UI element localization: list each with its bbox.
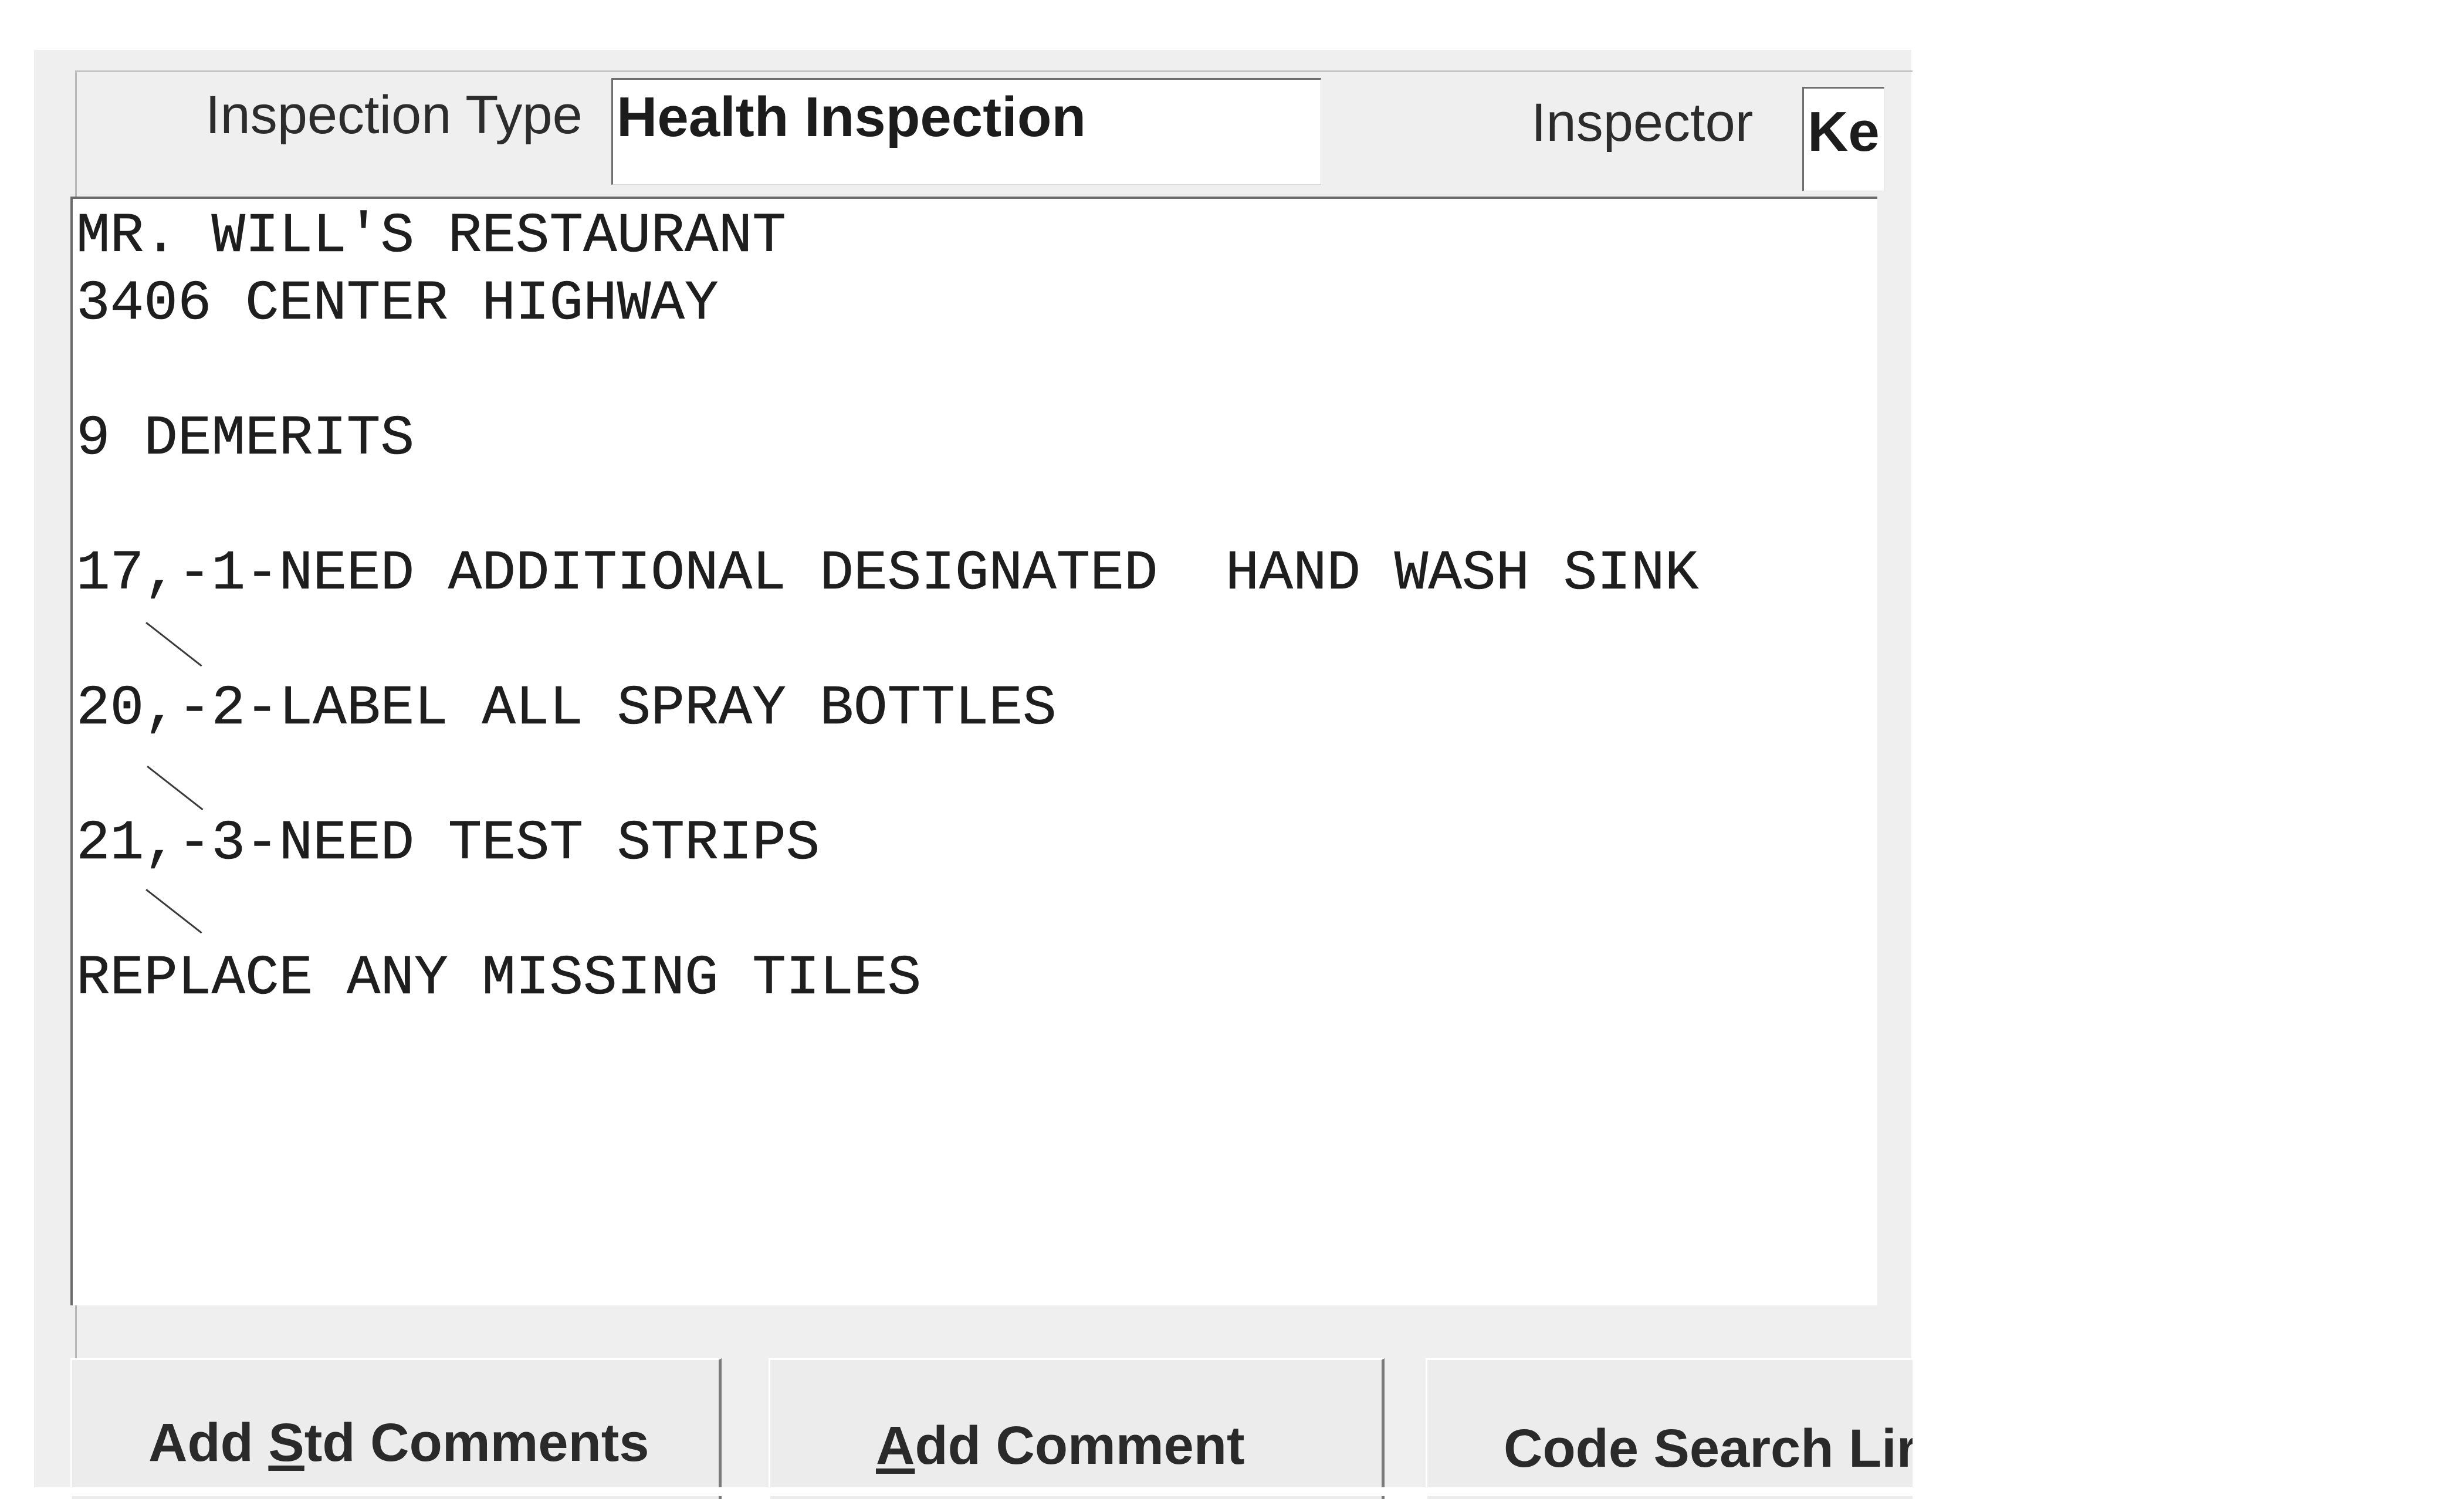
mnemonic-letter: A — [876, 1416, 915, 1476]
inspection-notes-textarea[interactable]: MR. WILL'S RESTAURANT 3406 CENTER HIGHWA… — [70, 197, 1877, 1305]
inspection-type-field[interactable]: Health Inspection — [611, 78, 1321, 185]
page-margin — [0, 1487, 2464, 1496]
add-comment-label: Add Comment — [876, 1419, 1245, 1473]
inspection-type-label: Inspection Type — [205, 85, 583, 145]
label-part: dd Comment — [915, 1416, 1245, 1476]
mnemonic-letter: S — [268, 1413, 304, 1473]
inspector-label: Inspector — [1531, 93, 1754, 153]
inspection-notes-text: MR. WILL'S RESTAURANT 3406 CENTER HIGHWA… — [76, 204, 1699, 1011]
label-part: Add — [148, 1413, 269, 1473]
add-std-comments-button[interactable]: Add Std Comments — [70, 1358, 722, 1499]
inspector-value: Ke — [1808, 100, 1880, 163]
scanned-page: Inspection Type Health Inspection Inspec… — [0, 0, 2464, 1499]
page-margin — [1913, 0, 2464, 1496]
add-comment-button[interactable]: Add Comment — [769, 1358, 1385, 1499]
label-part: td Comments — [304, 1413, 649, 1473]
add-std-comments-label: Add Std Comments — [148, 1416, 649, 1470]
code-search-button[interactable]: Code Search Lir — [1426, 1358, 1913, 1499]
inspection-type-value: Health Inspection — [617, 86, 1087, 148]
inspector-field[interactable]: Ke — [1802, 87, 1884, 191]
code-search-label: Code Search Lir — [1504, 1419, 1913, 1478]
